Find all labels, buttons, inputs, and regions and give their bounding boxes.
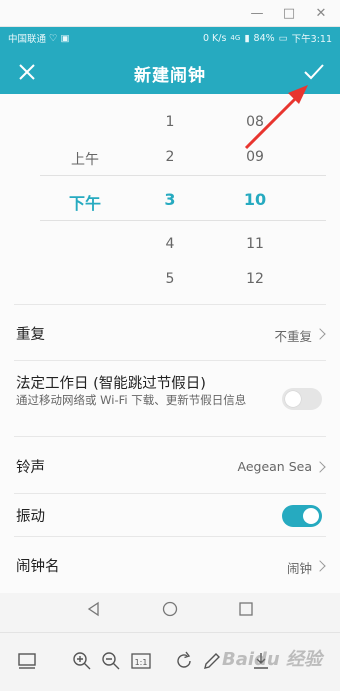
battery-level: 84%	[253, 32, 275, 44]
picker-hour[interactable]: 2	[166, 149, 175, 165]
vibrate-row[interactable]: 振动	[14, 493, 326, 536]
svg-text:1:1: 1:1	[135, 658, 148, 667]
workday-label: 法定工作日 (智能跳过节假日)	[16, 376, 206, 392]
picker-ampm-am[interactable]: 上午	[71, 149, 99, 169]
picker-hour[interactable]: 4	[166, 236, 175, 252]
status-bar: 中国联通 ♡ ▣ 0 K/s 4G ▮ 84% ▭ 下午3:11	[0, 27, 340, 49]
maximize-button[interactable]: □	[280, 5, 298, 21]
network-speed: 0 K/s	[202, 32, 227, 44]
alarm-name-label: 闹钟名	[16, 559, 60, 575]
home-icon[interactable]	[162, 601, 178, 617]
thumbnail-icon[interactable]	[16, 650, 38, 672]
annotation-arrow-icon	[244, 85, 308, 150]
picker-divider	[40, 175, 326, 176]
picker-minute[interactable]: 12	[246, 271, 264, 287]
android-navigation-bar	[0, 593, 340, 625]
chevron-right-icon	[314, 560, 326, 572]
picker-divider	[40, 220, 326, 221]
zoom-in-icon[interactable]	[71, 650, 93, 672]
workday-description: 通过移动网络或 Wi-Fi 下载、更新节假日信息	[16, 393, 247, 407]
minimize-button[interactable]: —	[248, 5, 266, 21]
rotate-icon[interactable]	[173, 650, 195, 672]
picker-minute-selected[interactable]: 10	[244, 190, 266, 209]
chevron-right-icon	[314, 461, 326, 473]
window-titlebar: — □ ✕	[0, 0, 340, 27]
vibrate-label: 振动	[16, 509, 45, 525]
ringtone-value: Aegean Sea	[237, 459, 313, 474]
picker-ampm-pm[interactable]: 下午	[69, 190, 101, 214]
actual-size-icon[interactable]: 1:1	[130, 650, 152, 672]
repeat-label: 重复	[16, 327, 45, 343]
heart-icon: ♡	[49, 32, 58, 44]
alarm-name-row[interactable]: 闹钟名 闹钟	[14, 536, 326, 593]
edit-icon[interactable]	[201, 650, 223, 672]
ringtone-row[interactable]: 铃声 Aegean Sea	[14, 436, 326, 493]
watermark: Baidu 经验	[221, 649, 322, 670]
zoom-out-icon[interactable]	[100, 650, 122, 672]
window-close-button[interactable]: ✕	[312, 5, 330, 21]
toggle-knob	[285, 391, 301, 407]
chevron-right-icon	[314, 328, 326, 340]
repeat-row[interactable]: 重复 不重复	[14, 304, 326, 360]
picker-hour[interactable]: 1	[166, 114, 175, 130]
toggle-knob	[303, 508, 319, 524]
image-viewer-toolbar: 1:1 Baidu 经验	[0, 632, 340, 691]
picker-hour[interactable]: 5	[166, 271, 175, 287]
signal-icon: ▮	[244, 32, 250, 44]
ringtone-label: 铃声	[16, 460, 45, 476]
notification-icon: ▣	[60, 32, 70, 44]
back-icon[interactable]	[86, 601, 102, 617]
clock: 下午3:11	[291, 34, 332, 45]
recents-icon[interactable]	[238, 601, 254, 617]
battery-icon: ▭	[278, 32, 288, 44]
repeat-value: 不重复	[274, 329, 312, 344]
workday-toggle[interactable]	[282, 388, 322, 410]
picker-hour-selected[interactable]: 3	[164, 190, 175, 209]
picker-minute[interactable]: 11	[246, 236, 264, 252]
workday-row[interactable]: 法定工作日 (智能跳过节假日) 通过移动网络或 Wi-Fi 下载、更新节假日信息	[14, 360, 326, 436]
vibrate-toggle[interactable]	[282, 505, 322, 527]
carrier-label: 中国联通	[8, 34, 47, 45]
alarm-name-value: 闹钟	[286, 561, 312, 576]
network-type: 4G	[230, 34, 241, 42]
